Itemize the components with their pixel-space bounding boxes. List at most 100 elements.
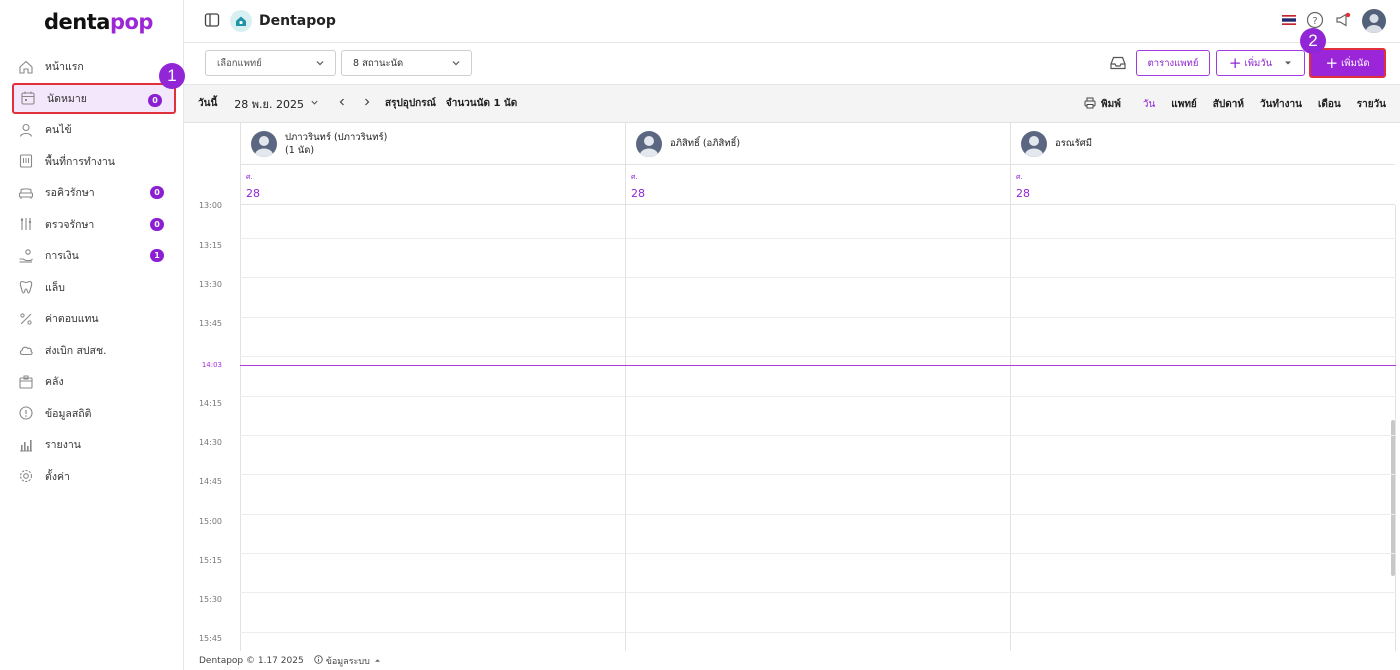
view-doctor[interactable]: แพทย์ — [1171, 97, 1197, 112]
add-day-button[interactable]: + เพิ่มวัน — [1216, 50, 1305, 76]
doctor-avatar — [1021, 130, 1047, 157]
time-gutter: 13:00 13:15 13:30 13:45 14:03 14:15 14:30 14:45… — [184, 201, 240, 651]
user-avatar[interactable] — [1362, 9, 1386, 33]
today-button[interactable]: วันนี้ — [198, 96, 217, 111]
inbox-icon[interactable] — [1109, 54, 1127, 75]
time-slot-row[interactable] — [240, 277, 1396, 278]
sidebar-item[interactable]: รอคิวรักษา 0 — [12, 177, 176, 209]
view-day[interactable]: วัน — [1143, 97, 1155, 112]
calendar-grid: 13:00 13:15 13:30 13:45 14:03 14:15 14:30 14:45… — [184, 123, 1396, 651]
sidebar-item[interactable]: หน้าแรก — [12, 51, 176, 83]
toolbar: เลือกแพทย์ 8 สถานะนัด ตารางแพทย์ + เพิ่ม… — [184, 28, 1400, 85]
time-slot-label: 15:30 — [198, 595, 222, 604]
column-divider — [1010, 205, 1011, 651]
column-divider — [625, 205, 626, 651]
time-slot-row[interactable] — [240, 592, 1396, 593]
sidebar-item[interactable]: นัดหมาย 0 — [12, 82, 176, 114]
time-slot-row[interactable] — [240, 317, 1396, 318]
plus-icon: + — [1228, 54, 1242, 72]
time-slot-label: 13:30 — [198, 280, 222, 289]
time-slot-row[interactable] — [240, 553, 1396, 554]
sidebar-item[interactable]: คนไข้ — [12, 114, 176, 146]
logo[interactable]: dentapop — [44, 10, 153, 34]
add-appointment-label: เพิ่มนัด — [1341, 57, 1370, 69]
sidebar-item[interactable]: คลัง — [12, 366, 176, 398]
footer: Dentapop © 1.17 2025 ข้อมูลระบบ — [184, 651, 1400, 670]
announcement-icon[interactable] — [1334, 11, 1352, 32]
count-badge: 0 — [148, 93, 162, 107]
doctor-name-block: อรณรัศมี — [1055, 137, 1092, 150]
equipment-summary-link[interactable]: สรุปอุปกรณ์ — [385, 96, 436, 111]
doctor-name-block: ปภาวรินทร์ (ปภาวรินทร์) (1 นัด) — [285, 131, 387, 157]
gear-icon — [18, 468, 34, 484]
chevron-down-icon — [310, 97, 319, 110]
sidebar-item[interactable]: รายงาน — [12, 429, 176, 461]
day-number[interactable]: 28 — [1016, 187, 1395, 200]
doctor-schedule-button[interactable]: ตารางแพทย์ — [1136, 50, 1210, 76]
doctor-column-header[interactable]: อรณรัศมี — [1010, 123, 1395, 165]
day-number[interactable]: 28 — [246, 187, 625, 200]
time-slot-label: 13:00 — [198, 201, 222, 210]
view-month[interactable]: เดือน — [1318, 97, 1341, 112]
date-label: 28 พ.ย. 2025 — [234, 97, 304, 111]
bar-chart-icon — [18, 437, 34, 453]
sidebar-item-label: ข้อมูลสถิติ — [45, 407, 92, 420]
thai-flag-icon[interactable] — [1282, 14, 1296, 28]
percent-icon — [18, 311, 34, 327]
doctor-column-header[interactable]: อภิสิทธิ์ (อภิสิทธิ์) — [625, 123, 1010, 165]
sidebar-item-label: รอคิวรักษา — [45, 187, 95, 200]
system-info-link[interactable]: ข้อมูลระบบ — [313, 654, 381, 668]
day-abbr: ศ. — [246, 173, 253, 181]
step-marker-1: 1 — [159, 63, 185, 89]
print-label: พิมพ์ — [1101, 99, 1121, 110]
sidebar-item[interactable]: ค่าตอบแทน — [12, 303, 176, 335]
sofa-icon — [18, 185, 34, 201]
sidebar-toggle-icon[interactable] — [204, 12, 220, 31]
sidebar-item-label: พื้นที่การทำงาน — [45, 155, 115, 168]
caret-down-icon — [1284, 58, 1292, 69]
doctor-column-header[interactable]: ปภาวรินทร์ (ปภาวรินทร์) (1 นัด) — [240, 123, 625, 165]
view-workdays[interactable]: วันทำงาน — [1260, 97, 1302, 112]
view-week[interactable]: สัปดาห์ — [1213, 97, 1244, 112]
time-slot-label: 14:15 — [198, 399, 222, 408]
prev-day-icon[interactable] — [337, 97, 347, 110]
caret-up-icon — [374, 656, 381, 666]
time-slot-label: 14:45 — [198, 477, 222, 486]
day-header-cell: ศ. 28 — [240, 165, 625, 205]
date-navigation-bar: วันนี้ 28 พ.ย. 2025 สรุปอุปกรณ์ จำนวนนัด… — [184, 85, 1400, 123]
time-slot-label: 14:30 — [198, 438, 222, 447]
sidebar-item[interactable]: แล็บ — [12, 272, 176, 304]
print-button[interactable]: พิมพ์ — [1084, 97, 1121, 112]
sidebar-item[interactable]: การเงิน 1 — [12, 240, 176, 272]
time-slot-row[interactable] — [240, 514, 1396, 515]
time-slot-label: 13:15 — [198, 241, 222, 250]
time-slot-row[interactable] — [240, 435, 1396, 436]
appointment-count: จำนวนนัด 1 นัด — [445, 98, 518, 109]
sidebar-item[interactable]: ข้อมูลสถิติ — [12, 398, 176, 430]
sidebar-item-label: คนไข้ — [45, 124, 72, 137]
day-number[interactable]: 28 — [631, 187, 1010, 200]
add-appointment-button[interactable]: + เพิ่มนัด — [1309, 48, 1386, 78]
next-day-icon[interactable] — [362, 97, 372, 110]
sidebar-item[interactable]: พื้นที่การทำงาน — [12, 146, 176, 178]
time-slot-row[interactable] — [240, 238, 1396, 239]
add-day-label: เพิ่มวัน — [1244, 57, 1273, 69]
time-slot-row[interactable] — [240, 474, 1396, 475]
view-daily-list[interactable]: รายวัน — [1357, 97, 1386, 112]
sidebar: dentapop หน้าแรก นัดหมาย 0 คนไข้พื้นที่การท… — [0, 0, 185, 670]
sidebar-item[interactable]: ตั้งค่า — [12, 461, 176, 493]
day-abbr: ศ. — [631, 173, 638, 181]
doctor-name-block: อภิสิทธิ์ (อภิสิทธิ์) — [670, 137, 740, 150]
status-select[interactable]: 8 สถานะนัด — [341, 50, 472, 76]
doctor-select[interactable]: เลือกแพทย์ — [205, 50, 336, 76]
date-picker[interactable]: 28 พ.ย. 2025 — [234, 95, 319, 113]
hand-coin-icon — [18, 248, 34, 264]
sidebar-item[interactable]: ตรวจรักษา 0 — [12, 209, 176, 241]
time-slot-row[interactable] — [240, 396, 1396, 397]
time-slot-label: 15:00 — [198, 517, 222, 526]
doctor-name: ปภาวรินทร์ (ปภาวรินทร์) — [285, 131, 388, 143]
time-slot-row[interactable] — [240, 356, 1396, 357]
sidebar-item-label: แล็บ — [45, 281, 65, 294]
sidebar-item[interactable]: ส่งเบิก สปสช. — [12, 335, 176, 367]
time-slot-row[interactable] — [240, 632, 1396, 633]
